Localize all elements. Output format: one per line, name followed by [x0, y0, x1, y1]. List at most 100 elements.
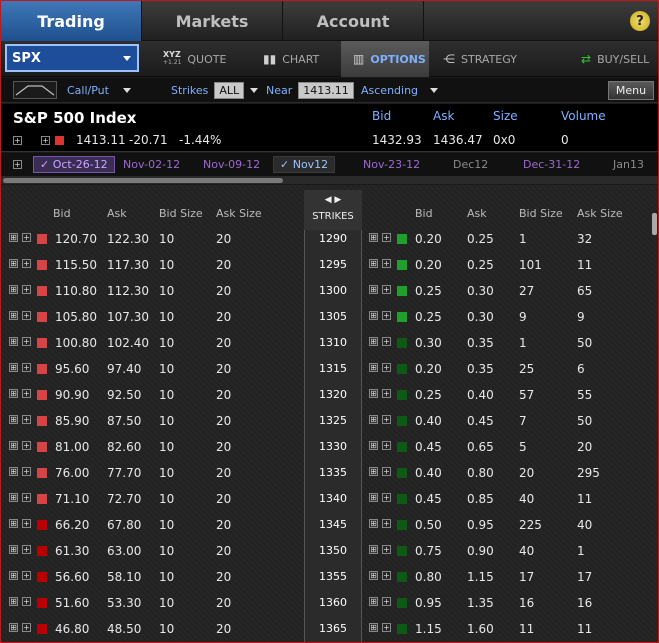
tab-trading[interactable]: Trading	[1, 1, 142, 41]
expiration-tab-selected[interactable]: ✓ Nov12	[273, 156, 336, 173]
table-row[interactable]: ⊞ + ⊞ +1355 56.60 58.10 10 20 0.80 1.15 17 17	[1, 563, 658, 589]
add-icon[interactable]: +	[22, 519, 31, 528]
expiration-tab[interactable]: Dec-31-12	[523, 158, 580, 171]
add-icon[interactable]: +	[22, 441, 31, 450]
chart-icon[interactable]: ⊞	[9, 519, 18, 528]
table-row[interactable]: ⊞ + ⊞ +1300 110.80 112.30 10 20 0.25 0.30 27 65	[1, 277, 658, 303]
sort-order-select[interactable]: Ascending	[361, 78, 439, 103]
table-row[interactable]: ⊞ + ⊞ +1295 115.50 117.30 10 20 0.20 0.25 101 11	[1, 251, 658, 277]
chart-icon[interactable]: ⊞	[369, 467, 378, 476]
chart-icon[interactable]: ⊞	[369, 389, 378, 398]
add-icon[interactable]: +	[382, 337, 391, 346]
table-row[interactable]: ⊞ + ⊞ +1335 76.00 77.70 10 20 0.40 0.80 20 295	[1, 459, 658, 485]
table-row[interactable]: ⊞ + ⊞ +1345 66.20 67.80 10 20 0.50 0.95 225 40	[1, 511, 658, 537]
chart-icon[interactable]: ⊞	[369, 363, 378, 372]
expand-icon[interactable]: +	[13, 136, 22, 145]
scrollbar-thumb[interactable]	[3, 178, 283, 183]
chart-icon[interactable]: ⊞	[369, 623, 378, 632]
expiration-tab[interactable]: Nov-23-12	[363, 158, 420, 171]
add-icon[interactable]: +	[382, 233, 391, 242]
add-icon[interactable]: +	[22, 545, 31, 554]
table-row[interactable]: ⊞ + ⊞ +1365 46.80 48.50 10 20 1.15 1.60 11 11	[1, 615, 658, 641]
table-row[interactable]: ⊞ + ⊞ +1350 61.30 63.00 10 20 0.75 0.90 40 1	[1, 537, 658, 563]
add-icon[interactable]: +	[382, 519, 391, 528]
add-icon[interactable]: +	[22, 337, 31, 346]
add-icon[interactable]: +	[382, 363, 391, 372]
add-icon[interactable]: +	[382, 415, 391, 424]
chart-icon[interactable]: ⊞	[9, 415, 18, 424]
chart-icon[interactable]: ⊞	[9, 389, 18, 398]
add-icon[interactable]: +	[382, 623, 391, 632]
add-icon[interactable]: +	[382, 545, 391, 554]
add-icon[interactable]: +	[22, 233, 31, 242]
chart-icon[interactable]: ⊞	[9, 467, 18, 476]
subtab-options[interactable]: ▥ OPTIONS	[341, 41, 429, 77]
chart-toggle-icon[interactable]	[13, 81, 57, 99]
chart-icon[interactable]: ⊞	[369, 545, 378, 554]
add-icon[interactable]: +	[382, 467, 391, 476]
expiration-tab[interactable]: Nov-09-12	[203, 158, 260, 171]
add-icon[interactable]: +	[382, 441, 391, 450]
chart-icon[interactable]: ⊞	[9, 363, 18, 372]
expand-icon[interactable]: +	[13, 160, 22, 169]
expiration-tab[interactable]: Nov-02-12	[123, 158, 180, 171]
add-icon[interactable]: +	[382, 493, 391, 502]
add-icon[interactable]: +	[22, 389, 31, 398]
chart-icon[interactable]: ⊞	[9, 337, 18, 346]
chart-icon[interactable]: ⊞	[9, 493, 18, 502]
add-icon[interactable]: +	[22, 311, 31, 320]
strike-scroll-arrows-icon[interactable]: ◀ ▶	[304, 195, 362, 205]
chart-icon[interactable]: ⊞	[369, 337, 378, 346]
tab-account[interactable]: Account	[283, 1, 424, 41]
add-icon[interactable]: +	[382, 285, 391, 294]
chart-icon[interactable]: ⊞	[9, 571, 18, 580]
table-row[interactable]: ⊞ + ⊞ +1360 51.60 53.30 10 20 0.95 1.35 16 16	[1, 589, 658, 615]
tab-markets[interactable]: Markets	[142, 1, 283, 41]
chart-icon[interactable]: ⊞	[9, 441, 18, 450]
chart-icon[interactable]: ⊞	[9, 545, 18, 554]
chart-icon[interactable]: ⊞	[9, 233, 18, 242]
table-row[interactable]: ⊞ + ⊞ +1330 81.00 82.60 10 20 0.45 0.65 5 20	[1, 433, 658, 459]
add-icon[interactable]: +	[22, 363, 31, 372]
table-row[interactable]: ⊞ + ⊞ +1315 95.60 97.40 10 20 0.20 0.35 25 6	[1, 355, 658, 381]
add-icon[interactable]: +	[382, 259, 391, 268]
table-row[interactable]: ⊞ + ⊞ +1305 105.80 107.30 10 20 0.25 0.30 9 9	[1, 303, 658, 329]
chart-icon[interactable]: ⊞	[9, 311, 18, 320]
table-row[interactable]: ⊞ + ⊞ +1320 90.90 92.50 10 20 0.25 0.40 57 55	[1, 381, 658, 407]
chart-icon[interactable]: ⊞	[369, 493, 378, 502]
near-filter[interactable]: Near 1413.11	[266, 78, 354, 103]
chart-icon[interactable]: ⊞	[369, 415, 378, 424]
add-icon[interactable]: +	[22, 571, 31, 580]
add-icon[interactable]: +	[22, 623, 31, 632]
chart-icon[interactable]: ⊞	[9, 259, 18, 268]
chart-icon[interactable]: ⊞	[369, 571, 378, 580]
add-icon[interactable]: +	[382, 311, 391, 320]
chart-icon[interactable]: ⊞	[369, 285, 378, 294]
expiration-tab[interactable]: ✓ Oct-26-12	[33, 156, 115, 173]
strikes-filter[interactable]: Strikes ALL	[171, 78, 259, 103]
horizontal-scrollbar[interactable]	[1, 177, 658, 184]
chart-icon[interactable]: ⊞	[369, 259, 378, 268]
chart-icon[interactable]: ⊞	[9, 623, 18, 632]
add-icon[interactable]: +	[382, 597, 391, 606]
add-icon[interactable]: +	[22, 597, 31, 606]
expiration-tab[interactable]: Jan13	[613, 158, 644, 171]
add-icon[interactable]: +	[41, 136, 50, 145]
chart-icon[interactable]: ⊞	[369, 233, 378, 242]
chart-icon[interactable]: ⊞	[369, 597, 378, 606]
subtab-quote[interactable]: XYZ +1.21 QUOTE	[163, 41, 249, 77]
add-icon[interactable]: +	[382, 571, 391, 580]
subtab-buy-sell[interactable]: ⇄ BUY/SELL	[581, 41, 658, 77]
expiration-tab[interactable]: Dec12	[453, 158, 488, 171]
subtab-strategy[interactable]: ⋲ STRATEGY	[443, 41, 543, 77]
add-icon[interactable]: +	[22, 467, 31, 476]
table-row[interactable]: ⊞ + ⊞ +1325 85.90 87.50 10 20 0.40 0.45 7 50	[1, 407, 658, 433]
chart-icon[interactable]: ⊞	[369, 311, 378, 320]
chart-icon[interactable]: ⊞	[9, 285, 18, 294]
table-row[interactable]: ⊞ + ⊞ +1340 71.10 72.70 10 20 0.45 0.85 40 11	[1, 485, 658, 511]
menu-button[interactable]: Menu	[608, 81, 654, 100]
add-icon[interactable]: +	[22, 415, 31, 424]
table-row[interactable]: ⊞ + ⊞ +1310 100.80 102.40 10 20 0.30 0.35 1 50	[1, 329, 658, 355]
table-row[interactable]: ⊞ + ⊞ +1290 120.70 122.30 10 20 0.20 0.25 1 32	[1, 225, 658, 251]
chart-icon[interactable]: ⊞	[369, 441, 378, 450]
